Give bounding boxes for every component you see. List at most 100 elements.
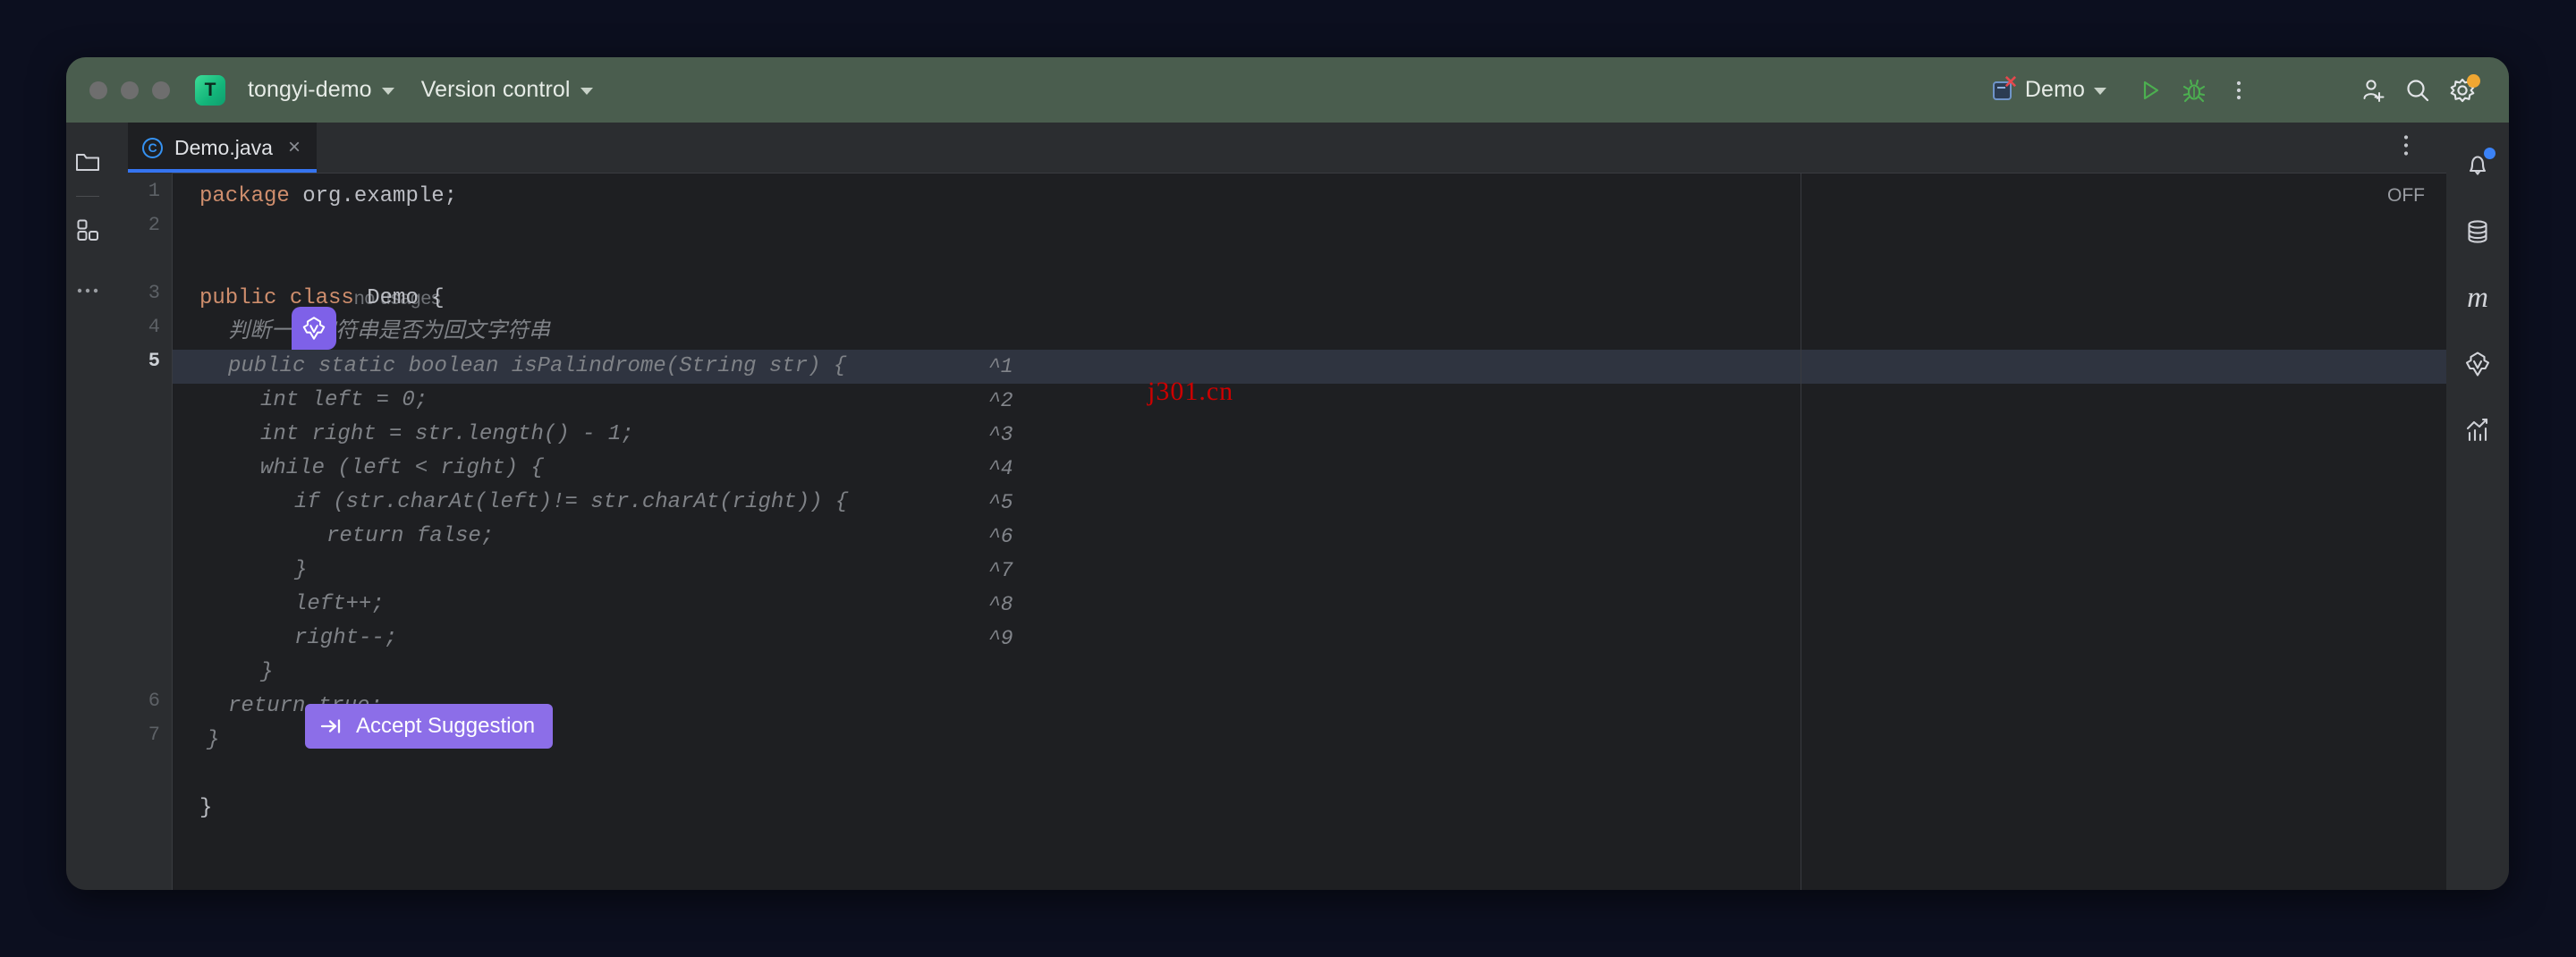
code-text: Demo {: [353, 286, 445, 310]
code-line: right--;: [294, 622, 397, 656]
right-tool-rail: m: [2446, 123, 2509, 890]
add-collaborator-icon: [2363, 79, 2385, 102]
code-line: package org.example;: [199, 180, 457, 214]
ghost-suggestion-text: }: [294, 558, 308, 582]
version-control-menu[interactable]: Version control: [421, 77, 593, 103]
tongyi-lingma-badge[interactable]: [292, 307, 336, 350]
code-line: public static boolean isPalindrome(Strin…: [228, 350, 846, 384]
gutter-line-number: 7: [148, 724, 160, 746]
settings-update-badge: [2467, 73, 2480, 88]
run-config-name: Demo: [2024, 77, 2085, 102]
left-tool-rail: [66, 123, 108, 890]
code-line: if (str.charAt(left)!= str.charAt(right)…: [294, 486, 848, 520]
structure-icon: [77, 219, 98, 241]
rail-divider: [75, 196, 99, 197]
project-tool-window-button[interactable]: [71, 146, 105, 180]
more-tool-windows-button[interactable]: [71, 274, 105, 308]
minimize-window-button[interactable]: [121, 80, 139, 99]
tab-options-icon: [2403, 135, 2409, 156]
maven-tool-window-button[interactable]: m: [2454, 275, 2501, 321]
editor-column: C Demo.java × 1234567 no usages OFF j301…: [108, 123, 2446, 890]
run-config-icon: ✕: [1992, 74, 2018, 102]
watermark-label: j301.cn: [1148, 377, 1234, 406]
database-icon: [2468, 220, 2487, 243]
ghost-suggestion-text: int left = 0;: [260, 388, 428, 412]
project-selector[interactable]: T tongyi-demo: [195, 74, 394, 106]
tab-close-icon[interactable]: ×: [288, 137, 301, 158]
suggestion-line-marker: ^2: [988, 389, 1013, 412]
suggestion-line-marker: ^1: [988, 355, 1013, 378]
ghost-suggestion-text: public static boolean isPalindrome(Strin…: [228, 354, 847, 378]
tab-demo-java[interactable]: C Demo.java ×: [128, 123, 317, 173]
settings-button[interactable]: [2443, 71, 2482, 110]
version-control-label: Version control: [420, 77, 571, 102]
ide-body: C Demo.java × 1234567 no usages OFF j301…: [66, 123, 2509, 890]
notification-badge-dot: [2484, 148, 2496, 159]
run-configuration-selector[interactable]: ✕ Demo: [1992, 74, 2106, 103]
project-badge: T: [195, 74, 225, 106]
titlebar: T tongyi-demo Version control ✕ Demo: [66, 57, 2509, 123]
code-line: while (left < right) {: [260, 452, 544, 486]
tab-label: Demo.java: [174, 135, 273, 159]
java-class-icon: C: [142, 137, 163, 158]
code-text: org.example;: [289, 184, 458, 208]
chevron-down-icon: [381, 88, 394, 95]
ghost-suggestion-text: left++;: [294, 592, 385, 616]
debug-bug-icon: [2182, 79, 2206, 102]
tongyi-lingma-logo-icon: [302, 317, 326, 340]
gutter-line-number: 4: [148, 316, 160, 338]
code-keyword: package: [199, 184, 290, 208]
run-button[interactable]: [2130, 71, 2169, 110]
code-text: }: [199, 796, 213, 820]
search-everywhere-button[interactable]: [2398, 71, 2437, 110]
chevron-down-icon: [580, 88, 593, 95]
add-collaborator-button[interactable]: [2353, 71, 2393, 110]
suggestion-line-marker: ^8: [988, 593, 1013, 616]
accept-suggestion-button[interactable]: Accept Suggestion: [305, 704, 554, 749]
search-icon: [2407, 79, 2429, 101]
tongyi-lingma-icon: [2465, 351, 2490, 377]
close-window-button[interactable]: [89, 80, 107, 99]
more-actions-icon: [2236, 80, 2241, 99]
code-line: int left = 0;: [260, 384, 428, 418]
ghost-suggestion-text: }: [260, 660, 274, 684]
gutter-line-number: 6: [148, 690, 160, 712]
chevron-down-icon: [2094, 88, 2106, 95]
window-traffic-lights[interactable]: [89, 80, 170, 99]
inspections-widget-label[interactable]: OFF: [2387, 185, 2425, 207]
maven-icon: m: [2467, 281, 2488, 314]
project-folder-icon: [75, 154, 99, 171]
ghost-suggestion-text: if (str.charAt(left)!= str.charAt(right)…: [294, 490, 849, 514]
profiler-chart-icon: [2466, 418, 2488, 442]
gutter-line-number: 2: [148, 214, 160, 236]
tab-options-button[interactable]: [2396, 134, 2416, 162]
code-line: }: [207, 724, 219, 758]
code-area[interactable]: no usages OFF j301.cn package org.exampl…: [173, 173, 2446, 890]
project-name-label: tongyi-demo: [248, 77, 372, 102]
editor-gutter[interactable]: 1 2 3 4 5 6 7: [108, 173, 173, 890]
suggestion-line-marker: ^4: [988, 457, 1013, 480]
code-line: }: [294, 554, 307, 588]
profiler-tool-window-button[interactable]: [2454, 407, 2501, 453]
maximize-window-button[interactable]: [152, 80, 170, 99]
tongyi-lingma-tool-window-button[interactable]: [2454, 341, 2501, 387]
ghost-suggestion-text: int right = str.length() - 1;: [260, 422, 634, 446]
database-tool-window-button[interactable]: [2454, 208, 2501, 255]
code-line: }: [260, 656, 273, 690]
code-line: int right = str.length() - 1;: [260, 418, 634, 452]
debug-button[interactable]: [2174, 71, 2214, 110]
suggestion-line-marker: ^7: [988, 559, 1013, 582]
code-line: return false;: [326, 520, 494, 554]
ghost-suggestion-text: 判断一个字符串是否为回文字符串: [228, 320, 550, 344]
ghost-suggestion-text: while (left < right) {: [260, 456, 544, 480]
gutter-line-number: 3: [148, 282, 160, 304]
suggestion-line-marker: ^9: [988, 627, 1013, 650]
accept-suggestion-label: Accept Suggestion: [356, 714, 536, 738]
notifications-button[interactable]: [2454, 142, 2501, 189]
suggestion-line-marker: ^6: [988, 525, 1013, 548]
ide-window: T tongyi-demo Version control ✕ Demo C D…: [66, 57, 2509, 890]
ghost-suggestion-text: return false;: [326, 524, 495, 548]
structure-tool-window-button[interactable]: [71, 213, 105, 247]
more-actions-button[interactable]: [2219, 71, 2258, 110]
code-line: }: [199, 792, 212, 826]
